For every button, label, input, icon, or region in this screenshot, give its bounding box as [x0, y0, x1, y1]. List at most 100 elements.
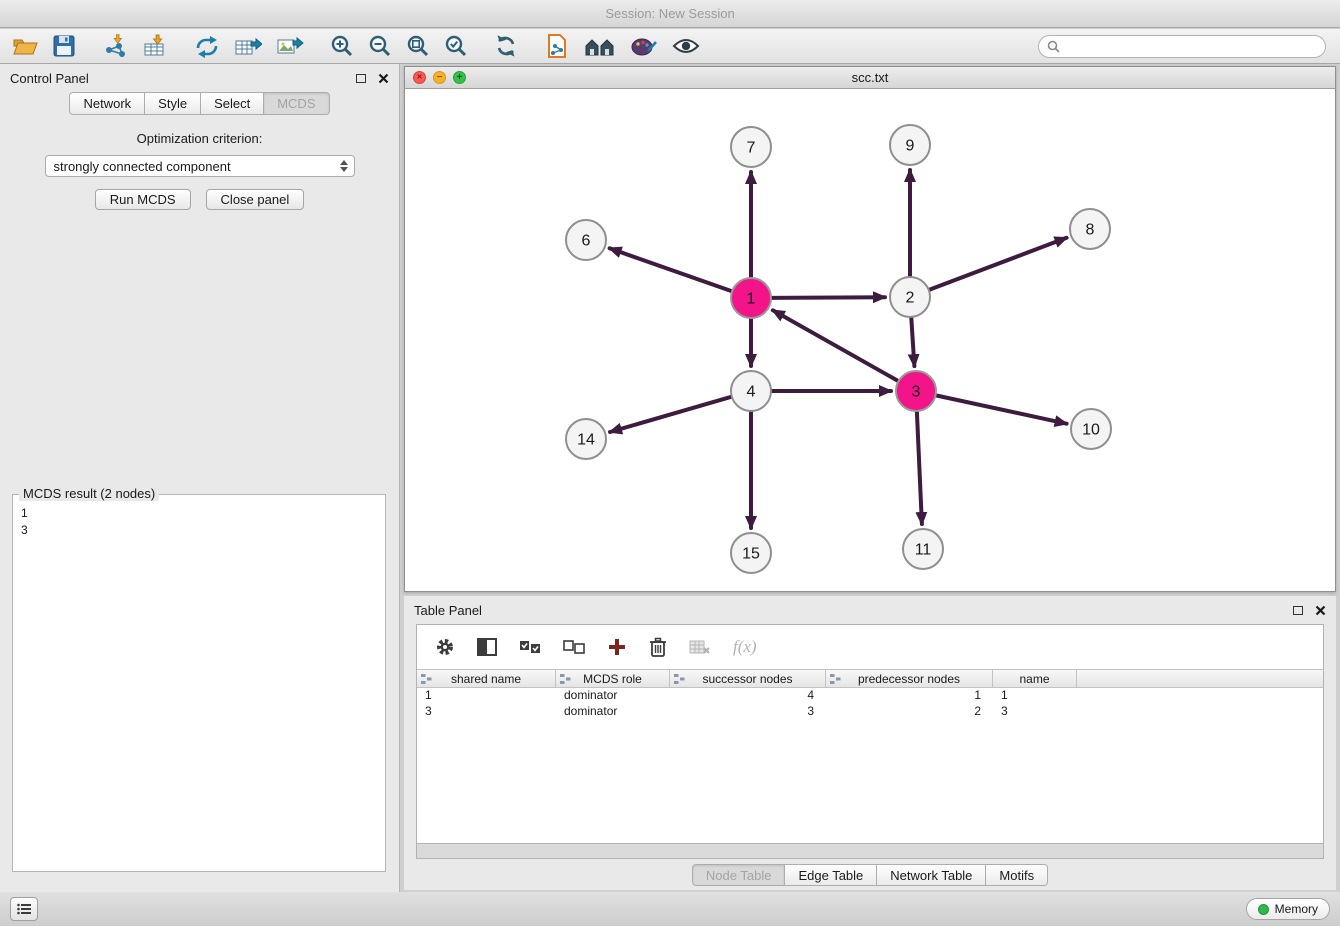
- graph-node-4[interactable]: 4: [731, 371, 771, 411]
- graph-node-7[interactable]: 7: [731, 127, 771, 167]
- close-window-icon[interactable]: [413, 71, 426, 84]
- criterion-value: strongly connected component: [54, 159, 231, 174]
- graph-node-11[interactable]: 11: [903, 529, 943, 569]
- import-table-icon[interactable]: [142, 34, 168, 58]
- graph-node-label: 2: [906, 290, 915, 307]
- tab-style[interactable]: Style: [145, 92, 201, 115]
- cell-shared-name[interactable]: 3: [417, 704, 556, 720]
- control-panel-header: Control Panel: [0, 64, 399, 92]
- table-scrollbar[interactable]: [416, 844, 1324, 859]
- add-row-icon[interactable]: [607, 637, 627, 657]
- network-canvas[interactable]: 7 9 6 8 1 2 4 3 14 10 15 11: [405, 90, 1335, 592]
- zoom-window-icon[interactable]: [453, 71, 466, 84]
- run-mcds-button[interactable]: Run MCDS: [95, 189, 191, 210]
- first-neighbors-icon[interactable]: [584, 35, 616, 57]
- zoom-in-icon[interactable]: [330, 34, 354, 58]
- graph-node-3[interactable]: 3: [896, 371, 936, 411]
- graph-node-8[interactable]: 8: [1070, 209, 1110, 249]
- tab-motifs[interactable]: Motifs: [986, 864, 1048, 886]
- table-row[interactable]: 1 dominator 4 1 1: [417, 688, 1323, 704]
- tab-node-table[interactable]: Node Table: [692, 864, 786, 886]
- network-group: [194, 34, 304, 58]
- tab-edge-table[interactable]: Edge Table: [785, 864, 877, 886]
- table-panel: Table Panel: [404, 596, 1336, 890]
- memory-status-icon: [1258, 904, 1269, 915]
- graph-node-label: 9: [906, 138, 915, 155]
- cell-name[interactable]: 3: [993, 704, 1077, 720]
- cell-mcds-role[interactable]: dominator: [556, 688, 670, 704]
- function-builder-icon: f(x): [733, 637, 757, 657]
- column-label: successor nodes: [702, 672, 792, 686]
- close-panel-button[interactable]: Close panel: [206, 189, 305, 210]
- cell-predecessor-nodes[interactable]: 2: [826, 704, 993, 720]
- graph-node-1[interactable]: 1: [731, 278, 771, 318]
- graph-edge-3-11[interactable]: [917, 412, 922, 524]
- cell-successor-nodes[interactable]: 4: [670, 688, 826, 704]
- graph-node-15[interactable]: 15: [731, 533, 771, 573]
- import-network-icon[interactable]: [102, 34, 128, 58]
- graph-edge-1-6[interactable]: [610, 248, 732, 291]
- graph-edge-3-1[interactable]: [773, 310, 898, 380]
- zoom-fit-icon[interactable]: [406, 34, 430, 58]
- style-document-icon[interactable]: [544, 33, 570, 59]
- column-header-mcds-role[interactable]: MCDS role: [556, 670, 670, 687]
- criterion-select[interactable]: strongly connected component: [45, 155, 355, 177]
- tab-network[interactable]: Network: [69, 92, 145, 115]
- graph-node-2[interactable]: 2: [890, 277, 930, 317]
- graph-edge-4-14[interactable]: [610, 397, 731, 432]
- task-history-button[interactable]: [10, 897, 38, 921]
- graph-node-6[interactable]: 6: [566, 220, 606, 260]
- import-group: [102, 34, 168, 58]
- graph-node-14[interactable]: 14: [566, 419, 606, 459]
- settings-icon[interactable]: [435, 637, 455, 657]
- float-panel-icon[interactable]: [356, 74, 366, 83]
- graph-node-10[interactable]: 10: [1071, 409, 1111, 449]
- cell-shared-name[interactable]: 1: [417, 688, 556, 704]
- cell-successor-nodes[interactable]: 3: [670, 704, 826, 720]
- show-hide-icon[interactable]: [672, 36, 700, 56]
- tab-select[interactable]: Select: [201, 92, 264, 115]
- column-label: predecessor nodes: [858, 672, 960, 686]
- network-window-titlebar: scc.txt: [405, 67, 1335, 89]
- search-input[interactable]: [1065, 39, 1317, 53]
- export-table-icon[interactable]: [234, 34, 262, 58]
- graph-node-9[interactable]: 9: [890, 125, 930, 165]
- list-icon: [17, 903, 31, 915]
- open-icon[interactable]: [12, 34, 38, 58]
- graph-edge-1-2[interactable]: [772, 297, 885, 298]
- column-header-successor-nodes[interactable]: successor nodes: [670, 670, 826, 687]
- zoom-selected-icon[interactable]: [444, 34, 468, 58]
- table-tabs: Node Table Edge Table Network Table Moti…: [404, 864, 1336, 886]
- refresh-icon[interactable]: [494, 34, 518, 58]
- zoom-out-icon[interactable]: [368, 34, 392, 58]
- sort-icon: [421, 674, 432, 684]
- column-label: MCDS role: [583, 672, 642, 686]
- tab-mcds[interactable]: MCDS: [264, 92, 329, 115]
- minimize-window-icon[interactable]: [433, 71, 446, 84]
- select-stepper-icon: [338, 158, 350, 174]
- new-network-icon[interactable]: [194, 34, 220, 58]
- close-table-panel-icon[interactable]: [1315, 605, 1326, 616]
- graph-edge-3-10[interactable]: [937, 396, 1067, 424]
- graph-edge-2-8[interactable]: [930, 238, 1067, 290]
- export-image-icon[interactable]: [276, 34, 304, 58]
- graph-edge-2-3[interactable]: [911, 318, 914, 366]
- float-table-panel-icon[interactable]: [1293, 606, 1303, 615]
- column-header-name[interactable]: name: [993, 670, 1077, 687]
- select-all-icon[interactable]: [519, 640, 541, 654]
- column-header-predecessor-nodes[interactable]: predecessor nodes: [826, 670, 993, 687]
- column-header-shared-name[interactable]: shared name: [417, 670, 556, 687]
- column-select-icon[interactable]: [477, 638, 497, 656]
- cell-predecessor-nodes[interactable]: 1: [826, 688, 993, 704]
- close-panel-icon[interactable]: [378, 73, 389, 84]
- save-icon[interactable]: [52, 34, 76, 58]
- graph-node-label: 4: [747, 384, 756, 401]
- cell-mcds-role[interactable]: dominator: [556, 704, 670, 720]
- apply-style-icon[interactable]: [630, 35, 658, 57]
- table-row[interactable]: 3 dominator 3 2 3: [417, 704, 1323, 720]
- delete-row-icon[interactable]: [649, 637, 667, 657]
- cell-name[interactable]: 1: [993, 688, 1077, 704]
- deselect-all-icon[interactable]: [563, 640, 585, 654]
- tab-network-table[interactable]: Network Table: [877, 864, 986, 886]
- memory-button[interactable]: Memory: [1246, 898, 1330, 920]
